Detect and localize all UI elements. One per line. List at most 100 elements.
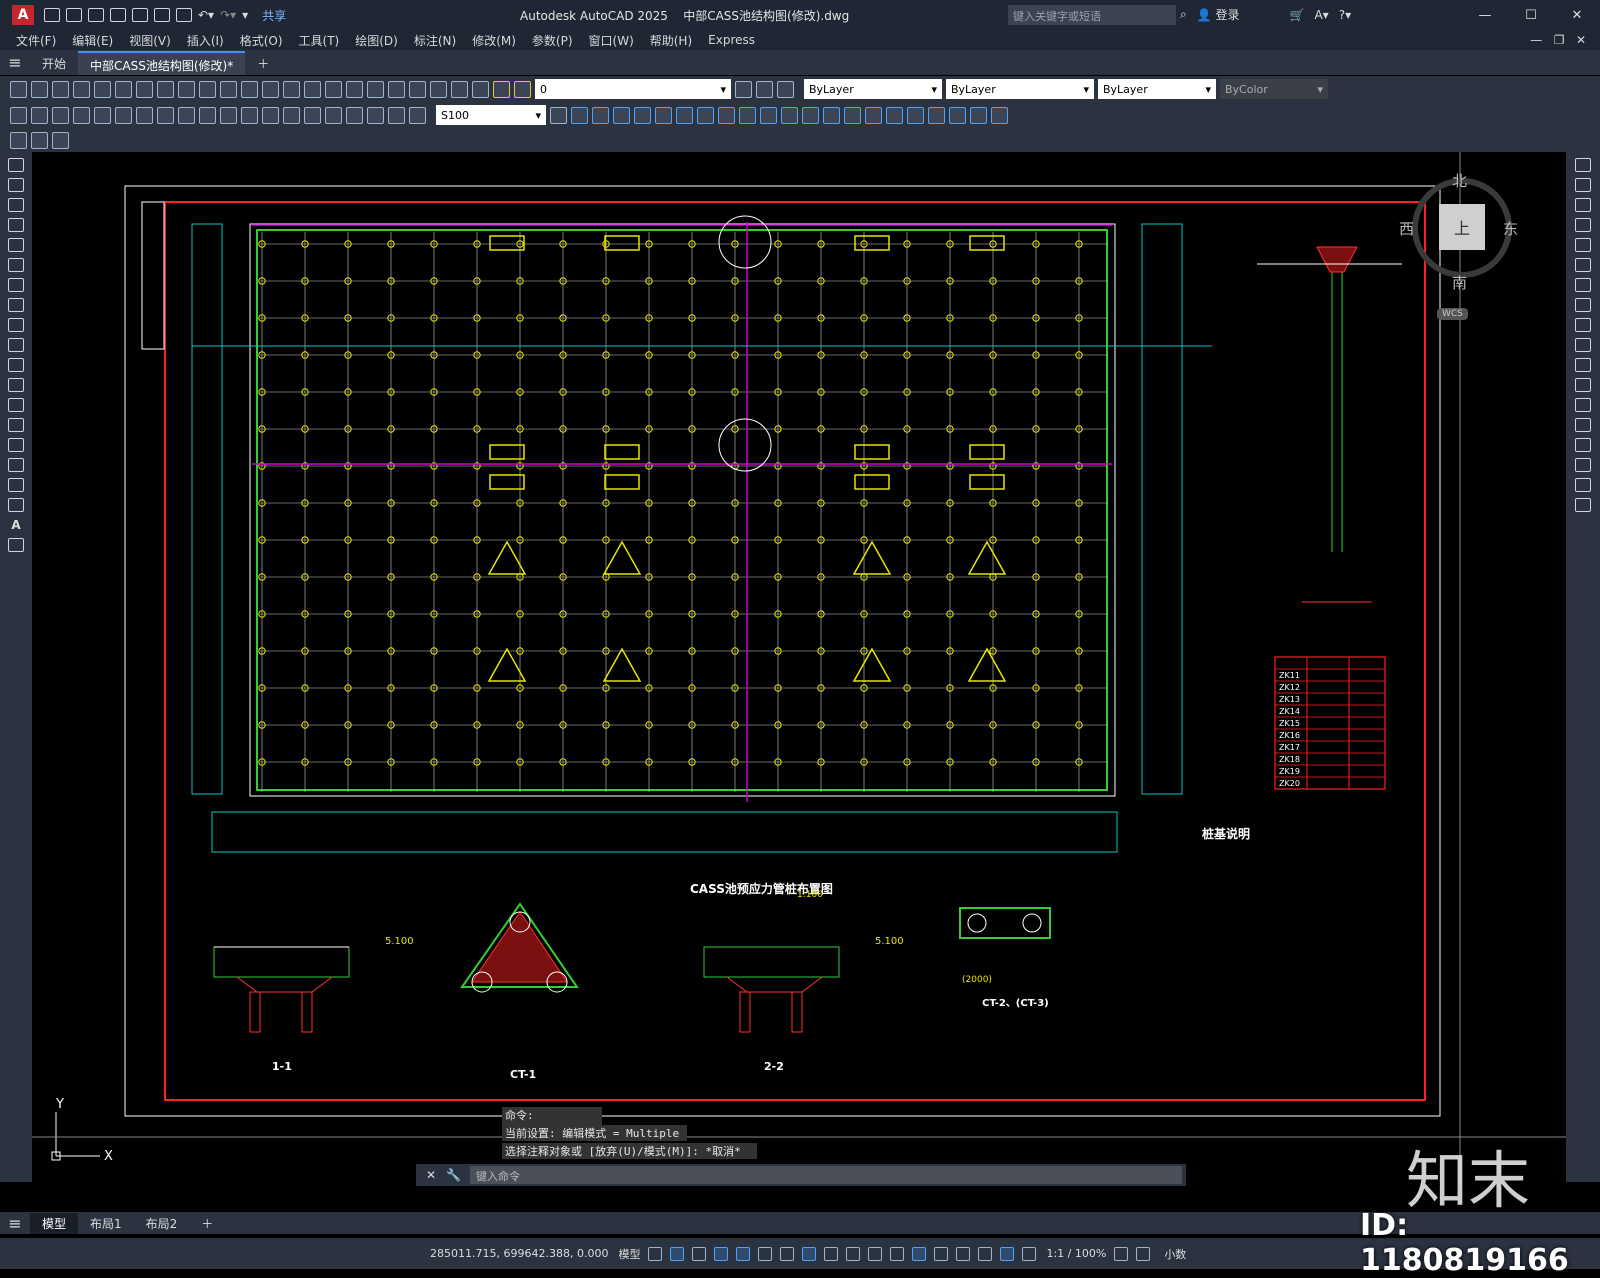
pyramid-icon[interactable]: [697, 106, 714, 124]
command-input[interactable]: 键入命令: [470, 1166, 1182, 1184]
autodesk-icon[interactable]: A▾: [1314, 8, 1328, 22]
rectangle-icon[interactable]: [8, 238, 24, 252]
diameter-icon[interactable]: [136, 106, 153, 124]
qnew-icon[interactable]: [10, 80, 27, 98]
layout-tab-2[interactable]: 布局2: [134, 1213, 190, 1234]
text-edit-icon[interactable]: [388, 106, 405, 124]
menu-edit[interactable]: 编辑(E): [72, 32, 113, 49]
help-icon[interactable]: ?▾: [1339, 8, 1351, 22]
redo-tool-icon[interactable]: [262, 80, 279, 98]
dynamic-input-icon[interactable]: [714, 1246, 729, 1261]
menu-dimension[interactable]: 标注(N): [414, 32, 456, 49]
dim-update-icon[interactable]: [409, 106, 426, 124]
minimize-icon[interactable]: —: [1462, 0, 1508, 30]
jogged-icon[interactable]: [115, 106, 132, 124]
search-icon[interactable]: ⌕: [1180, 7, 1187, 22]
transparency-icon[interactable]: [868, 1246, 883, 1261]
ellipse-icon[interactable]: [8, 338, 24, 352]
selection-cycling-icon[interactable]: [890, 1246, 905, 1261]
menu-icon[interactable]: ≡: [0, 53, 30, 72]
lineweight-dropdown[interactable]: ByLayer ▾: [1098, 79, 1216, 99]
plotstyle-dropdown[interactable]: ByColor ▾: [1220, 79, 1328, 99]
share-button[interactable]: 共享: [262, 7, 286, 24]
chamfer-icon[interactable]: [1575, 438, 1591, 452]
3d-array-icon[interactable]: [991, 106, 1008, 124]
linetype-dropdown[interactable]: ByLayer ▾: [946, 79, 1094, 99]
help-tool-icon[interactable]: [472, 80, 489, 98]
dim-style-icon[interactable]: [550, 106, 567, 124]
lineweight-icon[interactable]: [846, 1246, 861, 1261]
layout-tab-1[interactable]: 布局1: [78, 1213, 134, 1234]
menu-draw[interactable]: 绘图(D): [355, 32, 398, 49]
scale-icon[interactable]: [1575, 298, 1591, 312]
table-icon[interactable]: [8, 498, 24, 512]
trim-icon[interactable]: [1575, 338, 1591, 352]
loft-icon[interactable]: [781, 106, 798, 124]
mtext-icon[interactable]: A: [8, 518, 24, 532]
sweep-icon[interactable]: [760, 106, 777, 124]
infer-icon[interactable]: [692, 1246, 707, 1261]
zoom-realtime-icon[interactable]: [304, 80, 321, 98]
menu-help[interactable]: 帮助(H): [650, 32, 692, 49]
radius-icon[interactable]: [94, 106, 111, 124]
osnap-icon[interactable]: [824, 1246, 839, 1261]
line-icon[interactable]: [8, 158, 24, 172]
circle-icon[interactable]: [8, 278, 24, 292]
save-as-icon[interactable]: [110, 8, 126, 22]
layer-manager-icon[interactable]: [493, 80, 510, 98]
paste-icon[interactable]: [178, 80, 195, 98]
add-layout-button[interactable]: ＋: [189, 1213, 225, 1234]
cylinder-icon[interactable]: [655, 106, 672, 124]
maximize-icon[interactable]: ☐: [1508, 0, 1554, 30]
menu-insert[interactable]: 插入(I): [187, 32, 224, 49]
zoom-previous-icon[interactable]: [346, 80, 363, 98]
slice-icon[interactable]: [865, 106, 882, 124]
attribute-manager-icon[interactable]: [52, 131, 69, 149]
fillet-icon[interactable]: [1575, 458, 1591, 472]
menu-view[interactable]: 视图(V): [129, 32, 171, 49]
preview-icon[interactable]: [94, 80, 111, 98]
menu-file[interactable]: 文件(F): [16, 32, 56, 49]
array-icon[interactable]: [1575, 238, 1591, 252]
osnap-tracking-icon[interactable]: [802, 1246, 817, 1261]
snap-icon[interactable]: [670, 1246, 685, 1261]
offset-icon[interactable]: [1575, 218, 1591, 232]
ellipse-arc-icon[interactable]: [8, 358, 24, 372]
3d-rotate-icon[interactable]: [949, 106, 966, 124]
model-space-button[interactable]: 模型: [618, 1246, 640, 1262]
close-cmd-icon[interactable]: ✕: [426, 1168, 436, 1182]
menu-modify[interactable]: 修改(M): [472, 32, 516, 49]
publish-icon[interactable]: [115, 80, 132, 98]
new-tab-button[interactable]: ＋: [245, 51, 281, 75]
blend-icon[interactable]: [1575, 478, 1591, 492]
properties-icon[interactable]: [367, 80, 384, 98]
dynamic-ucs-icon[interactable]: [934, 1246, 949, 1261]
extrude-icon[interactable]: [718, 106, 735, 124]
pan-icon[interactable]: [283, 80, 300, 98]
save-icon[interactable]: [88, 8, 104, 22]
ordinate-icon[interactable]: [73, 106, 90, 124]
gradient-icon[interactable]: [8, 458, 24, 472]
copy-object-icon[interactable]: [1575, 178, 1591, 192]
undo-icon[interactable]: ↶▾: [198, 8, 214, 22]
selection-filter-icon[interactable]: [956, 1246, 971, 1261]
layer-previous-icon[interactable]: [756, 80, 773, 98]
layer-states-icon[interactable]: [777, 80, 794, 98]
isodraft-icon[interactable]: [780, 1246, 795, 1261]
grid-icon[interactable]: [648, 1246, 663, 1261]
calculator-icon[interactable]: [451, 80, 468, 98]
section-icon[interactable]: [907, 106, 924, 124]
center-mark-icon[interactable]: [304, 106, 321, 124]
space-icon[interactable]: [241, 106, 258, 124]
rotate-icon[interactable]: [1575, 278, 1591, 292]
union-icon[interactable]: [802, 106, 819, 124]
viewcube-east[interactable]: 东: [1503, 218, 1518, 239]
dim-edit-icon[interactable]: [367, 106, 384, 124]
tool-palettes-icon[interactable]: [409, 80, 426, 98]
tab-drawing[interactable]: 中部CASS池结构图(修改)*: [78, 50, 246, 75]
mdi-controls[interactable]: — ❐ ✕: [1530, 33, 1586, 47]
ortho-icon[interactable]: [736, 1246, 751, 1261]
annotation-scale[interactable]: 1:1 / 100%: [1046, 1247, 1106, 1260]
block-editor-icon[interactable]: [31, 131, 48, 149]
plus-icon[interactable]: [1136, 1246, 1151, 1261]
